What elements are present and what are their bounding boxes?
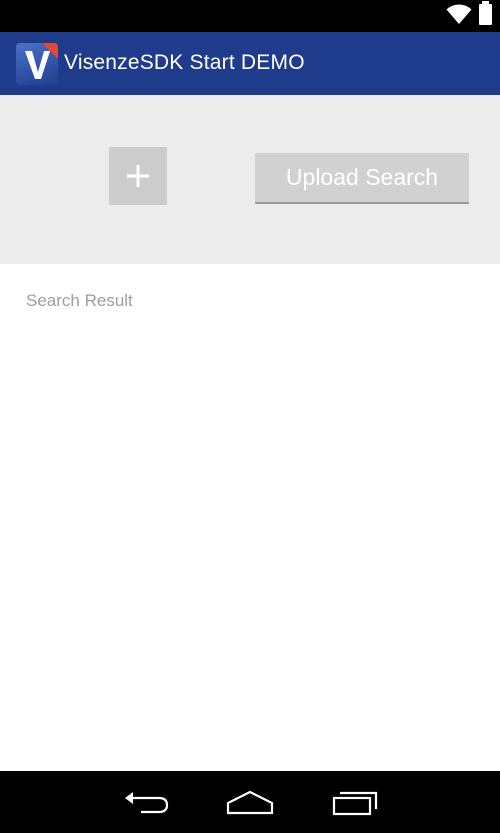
add-image-button[interactable]	[109, 147, 167, 205]
recents-icon[interactable]	[330, 787, 380, 819]
home-icon[interactable]	[225, 787, 275, 819]
logo-corner-accent	[42, 43, 58, 59]
plus-icon	[127, 165, 149, 187]
search-result-label: Search Result	[26, 291, 133, 310]
battery-icon	[479, 1, 492, 25]
status-bar	[0, 0, 500, 32]
app-title: VisenzeSDK Start DEMO	[64, 51, 305, 74]
app-logo-icon[interactable]	[16, 43, 58, 85]
action-bar: VisenzeSDK Start DEMO	[0, 32, 500, 95]
navigation-bar	[0, 771, 500, 833]
app-screen: VisenzeSDK Start DEMO Upload Search Sear…	[0, 0, 500, 833]
back-icon[interactable]	[121, 787, 171, 819]
upload-panel: Upload Search	[0, 95, 500, 264]
wifi-icon	[446, 3, 472, 25]
upload-search-button[interactable]: Upload Search	[255, 153, 469, 204]
